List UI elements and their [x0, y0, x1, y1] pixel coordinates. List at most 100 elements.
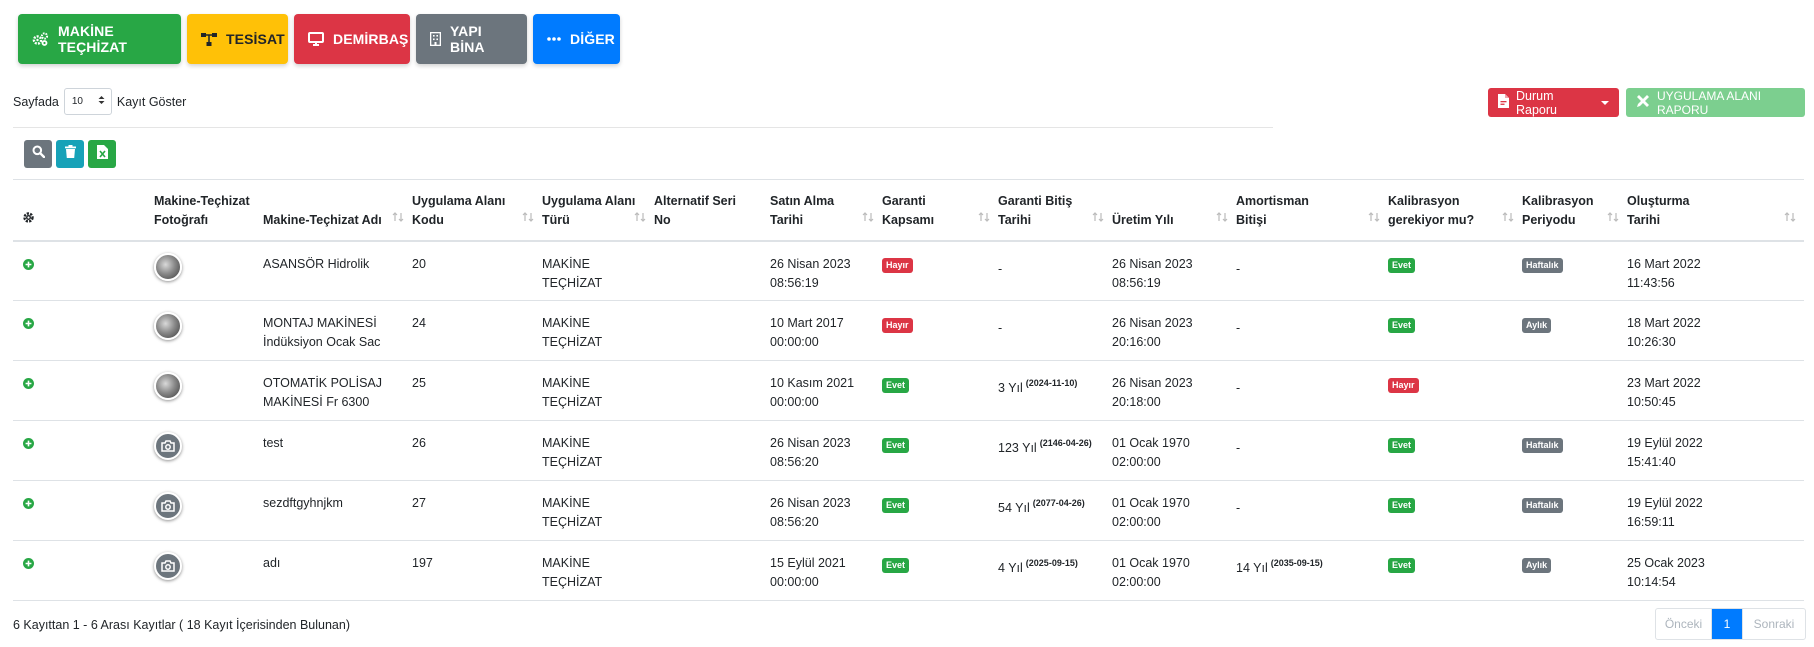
expand-row-icon[interactable]	[23, 496, 34, 515]
production-date: 26 Nisan 2023	[1112, 316, 1193, 330]
column-header-warranty[interactable]: Garanti Kapsamı	[882, 179, 998, 242]
sort-icon	[392, 209, 404, 228]
sort-icon	[1784, 209, 1796, 228]
column-header-production[interactable]: Üretim Yılı	[1112, 179, 1236, 242]
column-header-amortization[interactable]: Amortisman Bitişi	[1236, 179, 1388, 242]
application-area-report-button[interactable]: UYGULAMA ALANI RAPORU	[1626, 88, 1805, 117]
application-area-type: MAKİNE TEÇHİZAT	[542, 480, 654, 541]
amortization-date: (2035-09-15)	[1270, 558, 1323, 568]
warranty-badge: Evet	[882, 437, 910, 453]
category-fixture-button[interactable]: DEMİRBAŞ	[294, 14, 410, 64]
equipment-name: ASANSÖR Hidrolik	[263, 256, 370, 271]
column-header-line: Kodu	[412, 212, 444, 227]
category-label: DEMİRBAŞ	[333, 31, 409, 47]
file-excel-icon	[96, 144, 108, 164]
column-header-photo[interactable]: Makine-Teçhizat Fotoğrafı	[154, 179, 263, 242]
column-header-line: Bitişi	[1236, 212, 1267, 227]
equipment-table: Makine-Teçhizat Fotoğrafı Makine-Teçhiza…	[13, 179, 1804, 601]
warranty-badge: Hayır	[882, 317, 913, 333]
search-icon	[32, 145, 45, 163]
column-header-warranty-end[interactable]: Garanti Bitiş Tarihi	[998, 179, 1112, 242]
column-header-code[interactable]: Uygulama Alanı Kodu	[412, 179, 542, 242]
column-header-name[interactable]: Makine-Teçhizat Adı	[263, 179, 412, 242]
column-header-line: Üretim Yılı	[1112, 212, 1174, 227]
file-pdf-icon	[1498, 94, 1509, 111]
application-area-type: MAKİNE TEÇHİZAT	[542, 300, 654, 361]
category-building-button[interactable]: YAPI BİNA	[416, 14, 527, 64]
camera-icon[interactable]	[154, 432, 182, 460]
trash-icon	[64, 145, 76, 163]
column-header-calibration[interactable]: Kalibrasyon gerekiyor mu?	[1388, 179, 1522, 242]
column-header-type[interactable]: Uygulama Alanı Türü	[542, 179, 654, 242]
calibration-period-badge: Haftalık	[1522, 258, 1563, 274]
table-row[interactable]: adı 197 MAKİNE TEÇHİZAT 15 Eylül 2021 00:00:…	[13, 540, 1804, 601]
sort-icon	[634, 209, 646, 228]
equipment-name: test	[263, 436, 284, 450]
column-header-calibration-period[interactable]: Kalibrasyon Periyodu	[1522, 179, 1627, 242]
alternative-serial	[654, 480, 770, 541]
divider	[13, 127, 1273, 128]
category-bar: MAKİNE TEÇHİZAT TESİSAT DEMİRBAŞ YAPI Bİ…	[18, 14, 620, 64]
column-header-line: Uygulama Alanı	[542, 193, 636, 208]
category-machine-button[interactable]: MAKİNE TEÇHİZAT	[18, 14, 181, 64]
delete-button[interactable]	[56, 140, 84, 168]
camera-icon[interactable]	[154, 552, 182, 580]
expand-row-icon[interactable]	[23, 436, 34, 455]
expand-row-icon[interactable]	[23, 316, 34, 335]
settings-header[interactable]	[13, 179, 154, 242]
category-installation-button[interactable]: TESİSAT	[187, 14, 288, 64]
page-length-select[interactable]: 10	[63, 88, 112, 115]
table-row[interactable]: ASANSÖR Hidrolik 20 MAKİNE TEÇHİZAT 26 Nisa…	[13, 240, 1804, 301]
table-tools	[24, 140, 116, 168]
expand-row-icon[interactable]	[23, 257, 34, 276]
pagination-next[interactable]: Sonraki	[1742, 609, 1805, 639]
column-header-line: Kalibrasyon	[1388, 193, 1460, 208]
warranty-end-duration: 54 Yıl	[998, 501, 1030, 515]
production-date: 01 Ocak 1970	[1112, 436, 1190, 450]
tools-icon	[1636, 94, 1650, 111]
sort-icon	[1368, 209, 1380, 228]
expand-row-icon[interactable]	[23, 556, 34, 575]
equipment-photo[interactable]	[154, 252, 182, 281]
excel-export-button[interactable]	[88, 140, 116, 168]
page-length-prefix: Sayfada	[13, 94, 59, 109]
warranty-badge: Evet	[882, 377, 910, 393]
column-header-serial[interactable]: Alternatif Seri No	[654, 179, 770, 242]
monitor-icon	[308, 32, 324, 46]
production-date: 01 Ocak 1970	[1112, 556, 1190, 570]
warranty-badge: Evet	[882, 557, 910, 573]
application-area-type: MAKİNE TEÇHİZAT	[542, 540, 654, 601]
table-row[interactable]: sezdftgyhnjkm 27 MAKİNE TEÇHİZAT 26 Nisan 2…	[13, 480, 1804, 541]
production-time: 02:00:00	[1112, 455, 1161, 469]
column-header-line: Makine-Teçhizat	[154, 193, 250, 208]
table-row[interactable]: MONTAJ MAKİNESİ İndüksiyon Ocak Sac 24 MAKİ…	[13, 300, 1804, 361]
calibration-badge: Evet	[1388, 317, 1416, 333]
status-report-dropdown[interactable]: Durum Raporu	[1488, 88, 1619, 117]
table-row[interactable]: test 26 MAKİNE TEÇHİZAT 26 Nisan 2023 08:56:…	[13, 420, 1804, 481]
application-area-type: MAKİNE TEÇHİZAT	[542, 360, 654, 421]
table-info: 6 Kayıttan 1 - 6 Arası Kayıtlar ( 18 Kay…	[13, 618, 350, 632]
category-other-button[interactable]: DİĞER	[533, 14, 620, 64]
purchase-time: 08:56:20	[770, 455, 819, 469]
purchase-date: 26 Nisan 2023	[770, 496, 851, 510]
equipment-photo[interactable]	[154, 312, 182, 340]
column-header-created[interactable]: Oluşturma Tarihi	[1627, 179, 1804, 242]
category-label: YAPI BİNA	[450, 23, 485, 55]
warranty-end-duration: 4 Yıl	[998, 561, 1023, 575]
table-row[interactable]: OTOMATİK POLİSAJ MAKİNESİ Fr 6300 25 MAKİNE…	[13, 360, 1804, 421]
camera-icon[interactable]	[154, 492, 182, 520]
equipment-photo[interactable]	[154, 372, 182, 400]
pagination-page[interactable]: 1	[1712, 609, 1742, 639]
gears-icon	[32, 32, 49, 46]
production-date: 01 Ocak 1970	[1112, 496, 1190, 510]
status-report-label: Durum Raporu	[1516, 88, 1557, 117]
network-icon	[201, 32, 217, 46]
expand-row-icon[interactable]	[23, 376, 34, 395]
search-button[interactable]	[24, 140, 52, 168]
column-header-purchase[interactable]: Satın Alma Tarihi	[770, 179, 882, 242]
pagination-previous[interactable]: Önceki	[1656, 609, 1712, 639]
equipment-table-wrapper: Makine-Teçhizat Fotoğrafı Makine-Teçhiza…	[13, 179, 1804, 601]
warranty-end-duration: 123 Yıl	[998, 441, 1037, 455]
column-header-line: Satın Alma	[770, 193, 835, 208]
amortization-duration: -	[1236, 501, 1241, 515]
